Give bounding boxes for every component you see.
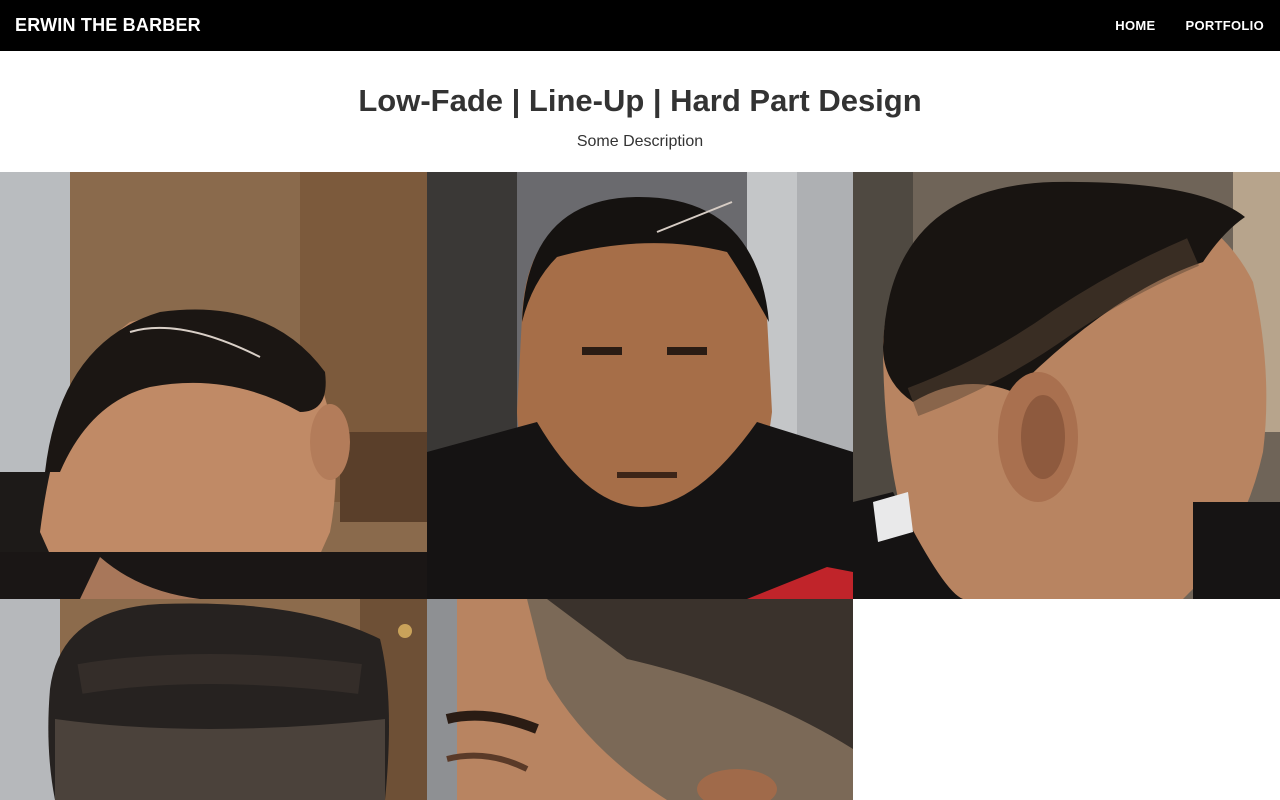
gallery-empty-slot [853,599,1280,800]
gallery-photo-4[interactable] [0,599,427,800]
nav-link-home[interactable]: HOME [1115,18,1155,33]
haircut-photo-image [427,599,853,800]
haircut-photo-image [427,172,853,599]
haircut-photo-image [853,172,1280,599]
gallery-photo-2[interactable] [427,172,853,599]
haircut-photo-image [0,172,427,599]
portfolio-header: Low-Fade | Line-Up | Hard Part Design So… [0,51,1280,172]
gallery-photo-3[interactable] [853,172,1280,599]
nav-links: HOME PORTFOLIO [1115,18,1264,33]
photo-gallery [0,172,1280,800]
nav-link-portfolio[interactable]: PORTFOLIO [1185,18,1264,33]
haircut-photo-image [0,599,427,800]
page-description: Some Description [576,133,704,150]
gallery-photo-5[interactable] [427,599,853,800]
gallery-photo-1[interactable] [0,172,427,599]
brand-link[interactable]: ERWIN THE BARBER [15,15,201,36]
top-navbar: ERWIN THE BARBER HOME PORTFOLIO [0,0,1280,51]
page-title: Low-Fade | Line-Up | Hard Part Design [358,83,922,118]
